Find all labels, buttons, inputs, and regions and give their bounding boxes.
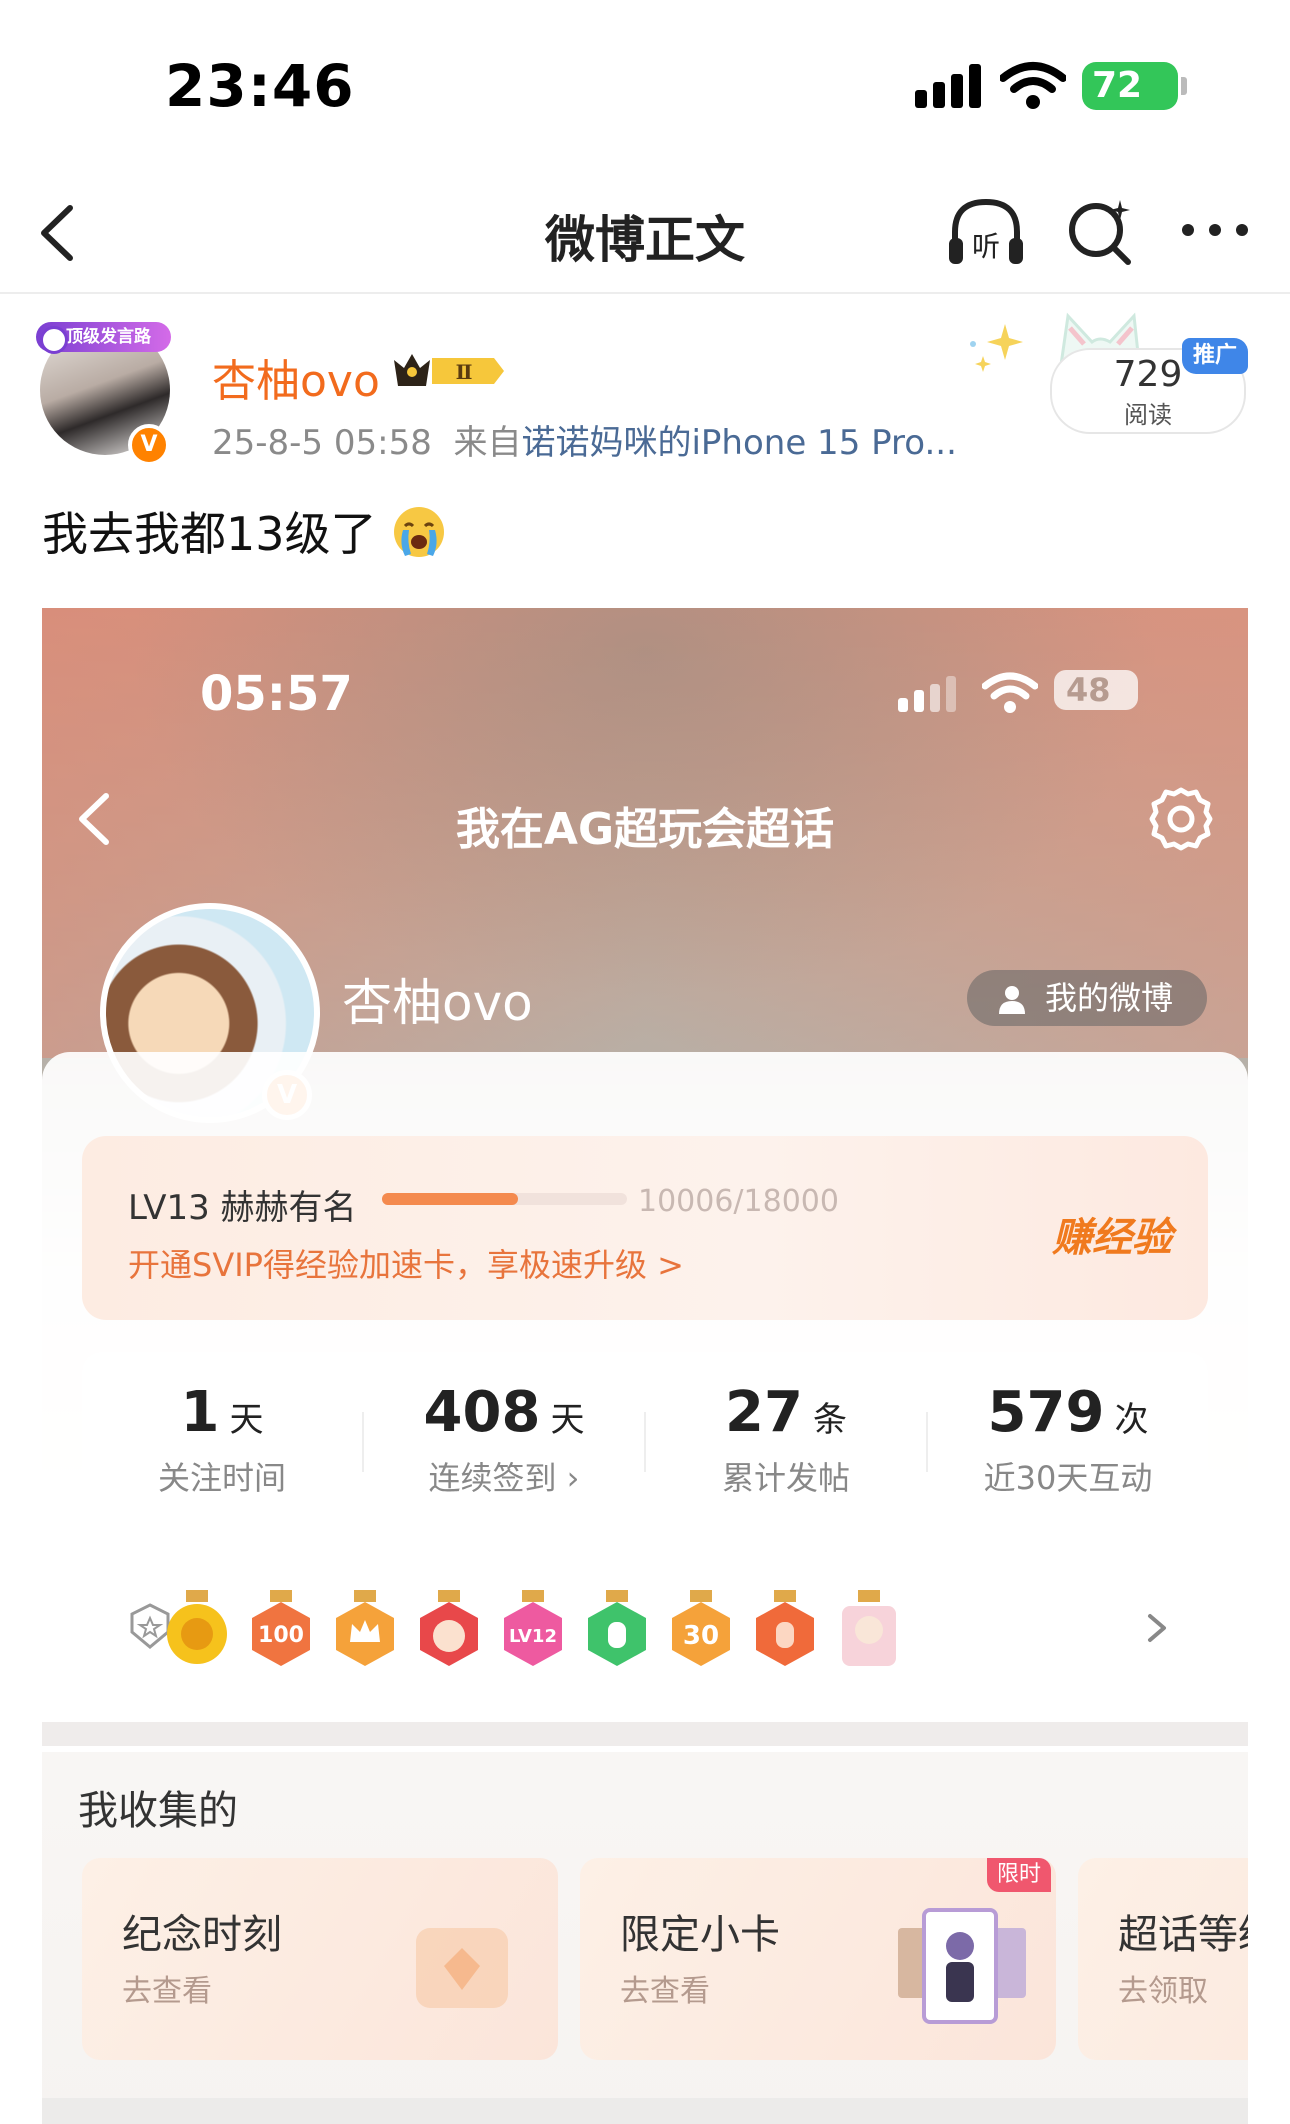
source-prefix: 来自: [453, 423, 522, 463]
calendar-gem-icon: [416, 1928, 508, 2008]
lv12-medal-icon: LV12: [504, 1590, 562, 1666]
user-name[interactable]: 杏柚ovo: [212, 345, 380, 409]
stat-posts: 27 条 累计发帖: [646, 1352, 926, 1499]
top-speaker-badge: 顶级发言路: [36, 322, 171, 354]
stats-card: 1天 关注时间 408 天 连续签到 › 27 条 累计发帖 579 次 近30天互动: [82, 1352, 1208, 1512]
level-progress-text: 10006/18000: [638, 1184, 839, 1219]
stat-label: 累计发帖: [721, 1459, 850, 1497]
mini-cards-icon: [898, 1908, 1026, 2024]
stat-value: 27 条: [725, 1380, 847, 1445]
stat-label: 近30天互动: [983, 1459, 1153, 1497]
signal-icon: [915, 64, 985, 108]
limited-time-tag: 限时: [987, 1858, 1051, 1892]
stat-value: 1天: [180, 1380, 264, 1445]
battery-level: 72: [1092, 65, 1143, 106]
post-body: 我去我都13级了: [42, 507, 377, 561]
svg-text:LV12: LV12: [509, 1626, 557, 1647]
level-progress-fill: [382, 1193, 519, 1205]
promote-tag[interactable]: 推广: [1182, 338, 1248, 374]
post-date: 25-8-5 05:58: [212, 423, 432, 463]
post-source[interactable]: 诺诺妈咪的iPhone 15 Pro...: [521, 423, 956, 463]
card-title: 超话等级: [1118, 1912, 1248, 1958]
search-icon[interactable]: [1062, 194, 1138, 270]
section-divider: [42, 2098, 1248, 2124]
inner-status-time: 05:57: [200, 666, 353, 722]
status-time: 23:46: [165, 52, 355, 120]
sparkle-icon: [970, 324, 1023, 372]
collect-card-moments[interactable]: 纪念时刻 去查看: [82, 1858, 558, 2060]
green-hand-medal-icon: [588, 1590, 646, 1666]
card-link: 去查看: [620, 1974, 710, 2009]
vip-level: Ⅱ: [456, 360, 473, 384]
inner-battery-level: 48: [1066, 671, 1111, 709]
character-medal-icon: [842, 1590, 896, 1666]
inner-battery-icon: 48: [1054, 670, 1138, 710]
inner-signal-icon: [898, 676, 960, 712]
sun-medal-icon: [167, 1590, 227, 1664]
card-link: 去查看: [122, 1974, 212, 2009]
card-title: 纪念时刻: [122, 1912, 282, 1958]
crying-face-icon: [394, 507, 445, 557]
svg-text:30: 30: [683, 1621, 719, 1651]
supertopic-title: 我在AG超玩会超话: [455, 804, 835, 855]
section-divider: [42, 1722, 1248, 1746]
stat-label: 连续签到 ›: [428, 1459, 580, 1497]
embedded-screenshot[interactable]: 05:57 48 我在AG超玩会超话 V 杏柚ovo 我的微博 LV13 赫赫有…: [42, 608, 1248, 2124]
chevron-right-icon[interactable]: [1142, 1608, 1172, 1648]
level-label: LV13 赫赫有名: [128, 1188, 357, 1228]
card-link: 去领取: [1118, 1974, 1208, 2009]
listen-icon[interactable]: 听: [945, 192, 1027, 272]
card-title: 限定小卡: [620, 1912, 780, 1958]
level-progress-bar: [382, 1193, 627, 1205]
svg-text:100: 100: [258, 1623, 304, 1648]
collect-card-level[interactable]: 超话等级 去领取: [1078, 1858, 1248, 2060]
inner-user-name: 杏柚ovo: [342, 974, 533, 1032]
svg-text:听: 听: [972, 230, 1000, 263]
earn-exp-button[interactable]: 赚经验: [1052, 1205, 1172, 1263]
verified-v-icon: V: [128, 424, 170, 466]
more-icon[interactable]: [1180, 210, 1250, 250]
stat-checkin[interactable]: 408 天 连续签到 ›: [364, 1352, 644, 1499]
person-icon: [999, 986, 1025, 1014]
red-face-medal-icon: [420, 1590, 478, 1666]
stat-follow-time: 1天 关注时间: [82, 1352, 362, 1499]
collect-card-limited[interactable]: 限定小卡 去查看: [580, 1858, 1056, 2060]
wifi-icon: [1000, 62, 1066, 109]
stat-value: 408 天: [423, 1380, 585, 1445]
collection-section-title: 我收集的: [78, 1788, 238, 1834]
stat-interactions: 579 次 近30天互动: [928, 1352, 1208, 1499]
settings-gear-icon[interactable]: [1146, 784, 1216, 854]
stat-value: 579 次: [987, 1380, 1149, 1445]
reads-label: 阅读: [1124, 401, 1172, 429]
orange-hand-medal-icon: [756, 1590, 814, 1666]
my-weibo-label: 我的微博: [1045, 979, 1174, 1017]
post-text: 我去我都13级了: [42, 498, 447, 564]
my-weibo-button[interactable]: 我的微博: [967, 970, 1207, 1026]
crown-medal-icon: [336, 1590, 394, 1666]
status-bar: 23:46 72: [0, 0, 1290, 170]
vip-crown-icon[interactable]: Ⅱ: [390, 350, 508, 392]
30-days-medal-icon: 30: [672, 1590, 730, 1666]
inner-wifi-icon: [982, 672, 1038, 713]
nav-bar: 微博正文 听: [0, 170, 1290, 294]
stat-label: 关注时间: [157, 1459, 286, 1497]
post-meta: 25-8-5 05:58 来自诺诺妈咪的iPhone 15 Pro...: [212, 415, 957, 464]
100-days-medal-icon: 100: [252, 1590, 310, 1666]
svip-promo-link[interactable]: 开通SVIP得经验加速卡，享极速升级 >: [128, 1240, 684, 1286]
battery-icon: 72: [1082, 62, 1187, 110]
